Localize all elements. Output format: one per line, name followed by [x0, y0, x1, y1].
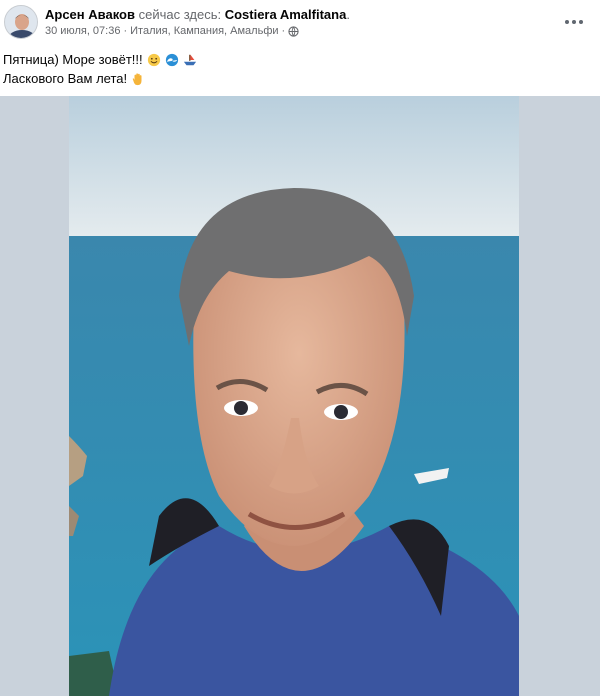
post-text-line: Ласкового Вам лета!: [3, 69, 197, 88]
post-title-line: Арсен Аваков сейчас здесь: Costiera Amal…: [45, 6, 350, 23]
avatar-image: [5, 6, 37, 38]
more-options-icon[interactable]: [562, 12, 586, 32]
author-avatar[interactable]: [4, 5, 38, 39]
post-text-line-1: Пятница) Море зовёт!!!: [3, 52, 143, 67]
post-text-line-2: Ласкового Вам лета!: [3, 71, 128, 86]
selfie-photo: [69, 96, 519, 696]
meta-separator-2: ·: [281, 25, 286, 37]
title-period: .: [346, 7, 350, 22]
dot: [579, 20, 583, 24]
post-timestamp[interactable]: 30 июля, 07:36: [45, 24, 120, 39]
post-photo[interactable]: [69, 96, 519, 696]
post-location[interactable]: Италия, Кампания, Амальфи: [130, 24, 278, 39]
post-header: Арсен Аваков сейчас здесь: Costiera Amal…: [0, 0, 600, 44]
facebook-post: Арсен Аваков сейчас здесь: Costiera Amal…: [0, 0, 600, 696]
meta-separator: ·: [123, 25, 128, 37]
wave-emoji: [165, 53, 178, 66]
dot: [572, 20, 576, 24]
dot: [565, 20, 569, 24]
post-text: Пятница) Море зовёт!!! Ласкового Вам лет…: [3, 50, 197, 88]
check-in-label: сейчас здесь:: [138, 7, 222, 22]
check-in-place[interactable]: Costiera Amalfitana: [225, 7, 347, 22]
raised-hand-emoji: [132, 72, 142, 85]
post-media[interactable]: [0, 96, 600, 696]
smiling-face-emoji: [147, 53, 160, 66]
globe-icon[interactable]: [288, 26, 299, 37]
author-name[interactable]: Арсен Аваков: [45, 7, 135, 22]
post-meta: 30 июля, 07:36 · Италия, Кампания, Амаль…: [45, 24, 299, 39]
post-text-line: Пятница) Море зовёт!!!: [3, 50, 197, 69]
boat-emoji: [183, 54, 196, 65]
